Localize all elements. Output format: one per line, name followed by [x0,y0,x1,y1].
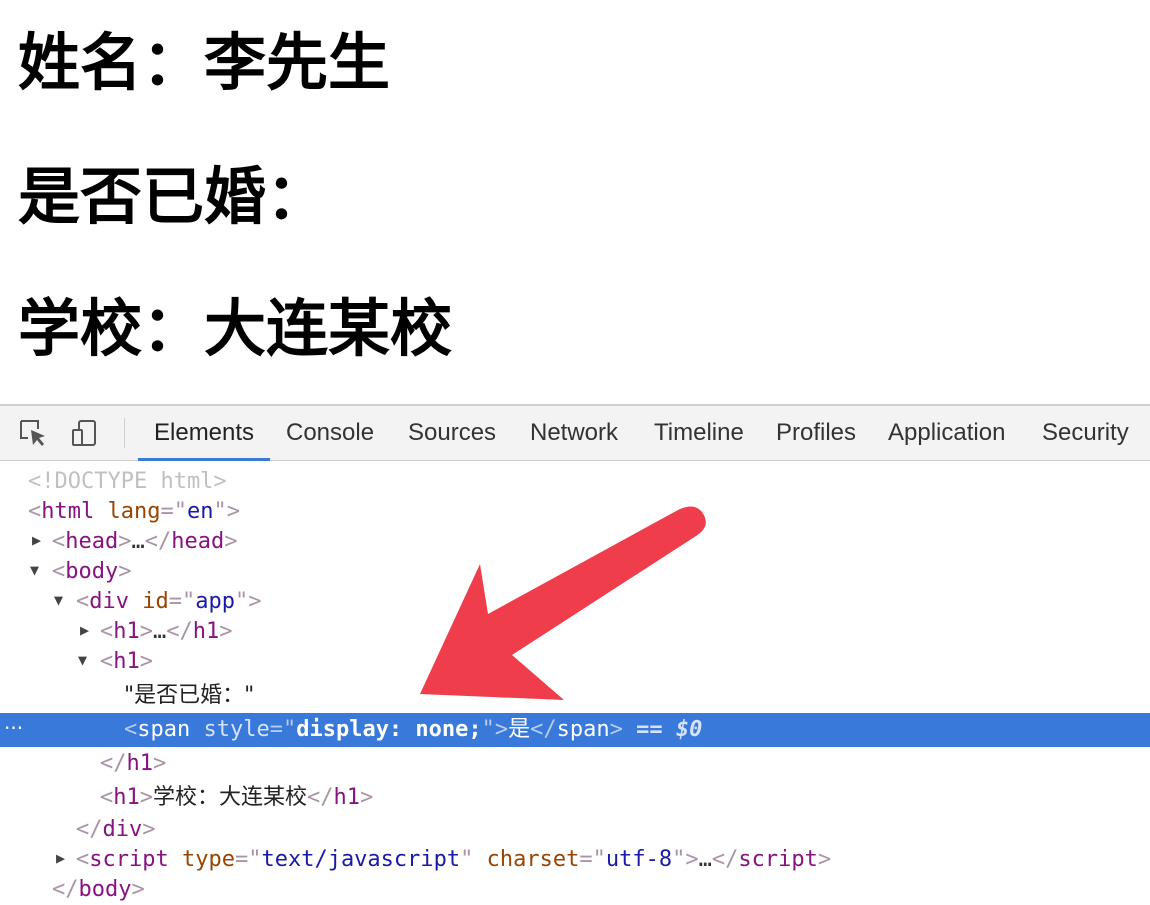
tag-name: h1 [333,785,361,810]
tree-div-close[interactable]: </div> [76,815,156,845]
inspect-element-icon[interactable] [18,418,48,448]
tab-console[interactable]: Console [286,406,374,460]
tab-sources[interactable]: Sources [408,406,496,460]
tab-elements[interactable]: Elements [137,406,271,461]
ellipsis: … [698,847,712,872]
devtools-toolbar: Elements Console Sources Network Timelin… [0,406,1150,461]
tree-script[interactable]: <script type="text/javascript" charset="… [76,845,831,875]
tab-profiles[interactable]: Profiles [776,406,856,460]
attr-value: text/javascript [261,847,461,872]
tag-name: script [89,847,169,872]
device-toolbar-icon[interactable] [70,418,100,448]
tag-name: body [78,877,132,902]
heading-school: 学校：大连某校 [18,292,453,365]
tree-h1-school[interactable]: <h1>学校：大连某校</h1> [100,783,373,813]
tag-name: h1 [126,751,154,776]
tab-network[interactable]: Network [530,406,618,460]
heading-name: 姓名：李先生 [18,26,391,99]
expand-triangle-icon[interactable]: ▶ [56,849,65,867]
tag-name: div [102,817,143,842]
tag-name: h1 [113,785,140,810]
tag-name: script [738,847,818,872]
toolbar-separator [124,418,125,448]
attr-name: type [181,847,235,872]
dom-tree-lower: </h1> <h1>学校：大连某校</h1> </div> ▶ <script … [0,461,1150,902]
attr-value: utf-8 [605,847,673,872]
tab-application[interactable]: Application [888,406,1005,460]
heading-married: 是否已婚： [18,160,329,233]
tab-timeline[interactable]: Timeline [654,406,744,460]
tab-security[interactable]: Security [1042,406,1129,460]
attr-name: charset [486,847,580,872]
devtools-panel: Elements Console Sources Network Timelin… [0,404,1150,902]
text-node: 学校：大连某校 [153,785,308,810]
rendered-page: 姓名：李先生 是否已婚： 学校：大连某校 [0,0,1150,404]
tree-body-close[interactable]: </body> [52,875,145,905]
tree-h1-close[interactable]: </h1> [100,749,166,779]
